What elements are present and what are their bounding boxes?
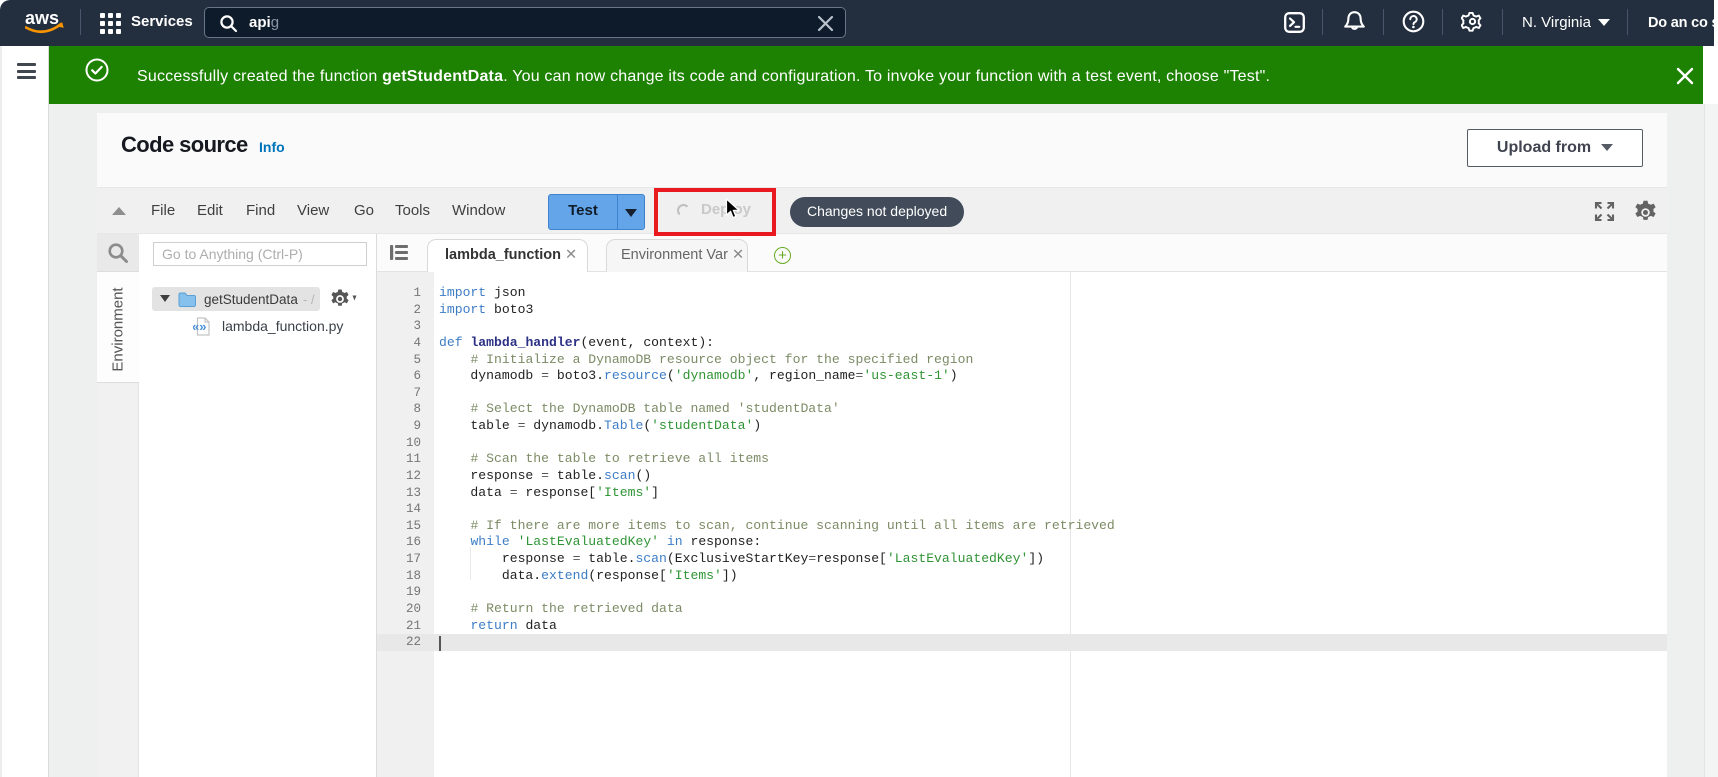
svg-text:aws: aws: [25, 8, 59, 28]
svg-text:«»: «»: [193, 319, 206, 334]
